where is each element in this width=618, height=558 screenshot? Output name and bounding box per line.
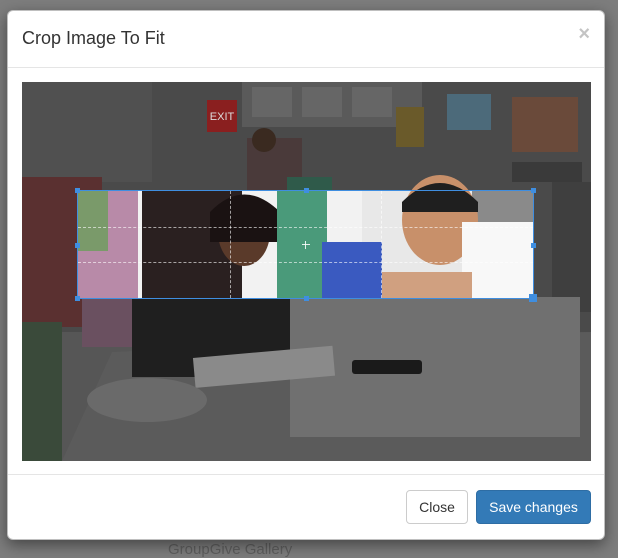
crop-modal: Crop Image To Fit × EXIT Close Save chan…: [7, 10, 605, 540]
close-button[interactable]: Close: [406, 490, 468, 524]
modal-body: EXIT: [8, 68, 604, 477]
crop-guide-horizontal: [78, 226, 533, 228]
crop-image-area[interactable]: EXIT: [22, 82, 591, 461]
modal-header: Crop Image To Fit ×: [8, 11, 604, 68]
crop-handle-left[interactable]: [75, 242, 80, 248]
crop-handle-top-right[interactable]: [531, 188, 536, 193]
background-gallery-title: GroupGive Gallery: [168, 541, 293, 558]
crop-guide-vertical: [381, 191, 383, 298]
crop-handle-bottom[interactable]: [303, 296, 309, 301]
modal-footer: Close Save changes: [8, 474, 604, 539]
exit-sign-label: EXIT: [210, 111, 235, 123]
crop-handle-top[interactable]: [303, 188, 309, 193]
crop-handle-bottom-left[interactable]: [75, 296, 80, 301]
modal-title: Crop Image To Fit: [22, 28, 165, 48]
crop-center-crosshair-icon: [301, 240, 310, 249]
crop-handle-top-left[interactable]: [75, 188, 80, 193]
crop-guide-horizontal: [78, 262, 533, 264]
save-changes-button[interactable]: Save changes: [476, 490, 591, 524]
crop-guide-vertical: [229, 191, 231, 298]
close-icon[interactable]: ×: [578, 24, 590, 44]
crop-handle-right[interactable]: [531, 242, 536, 248]
crop-handle-bottom-right[interactable]: [529, 294, 537, 302]
crop-selection[interactable]: [75, 188, 537, 302]
